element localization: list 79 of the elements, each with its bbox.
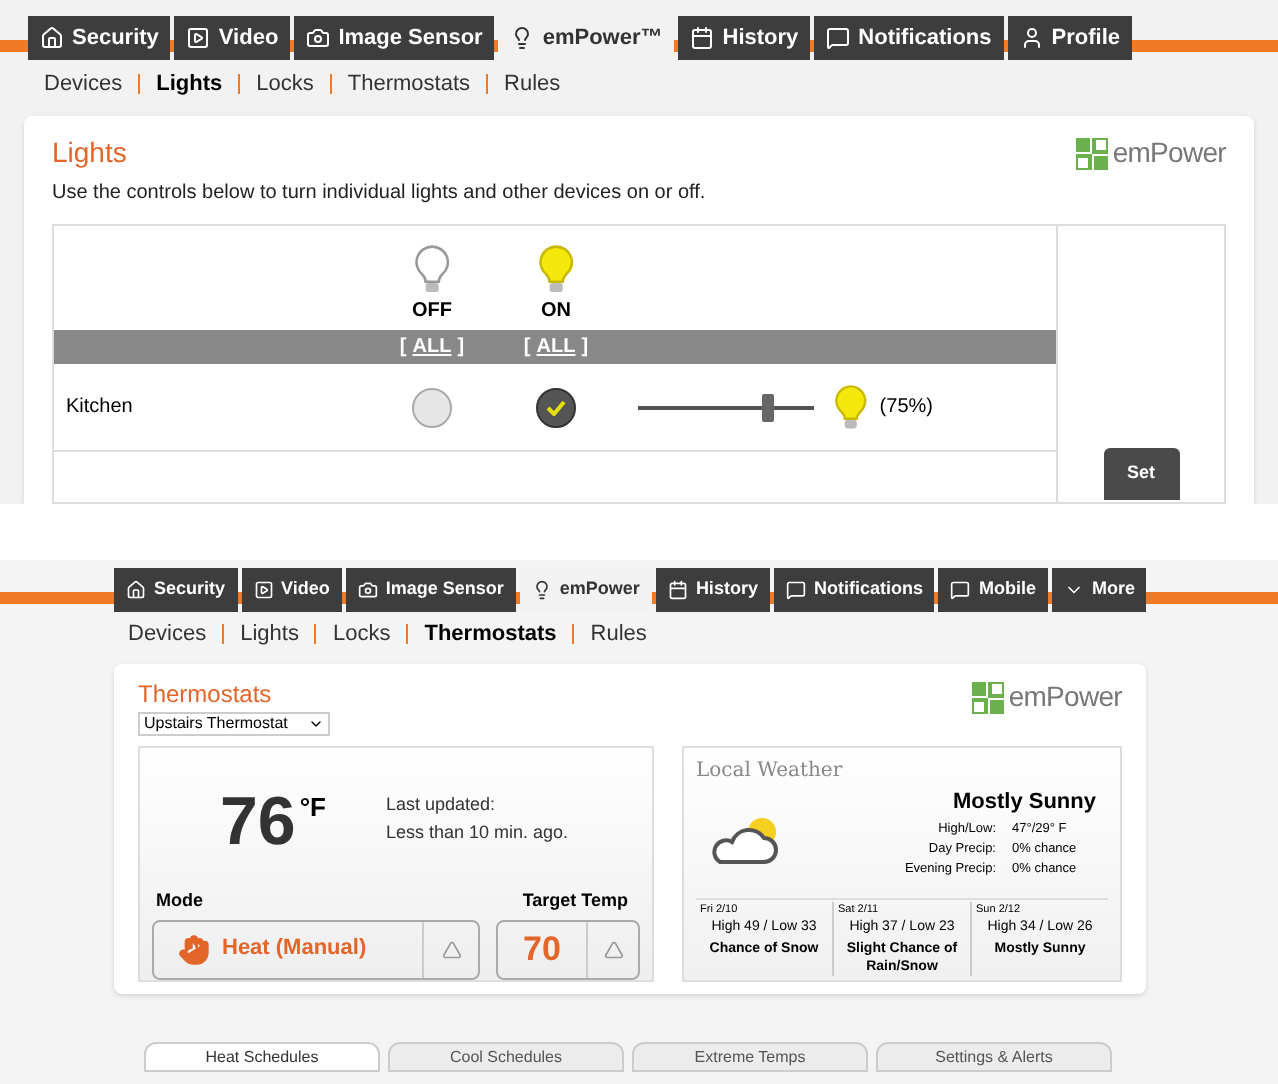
bracket: ]: [581, 334, 589, 362]
slider-thumb[interactable]: [761, 393, 773, 421]
nav-tab[interactable]: Image Sensor: [294, 16, 495, 60]
weather-title: Local Weather: [696, 758, 845, 786]
lightbulb-icon: [510, 26, 535, 50]
radio-button[interactable]: [536, 387, 576, 427]
schedule-tab[interactable]: Heat Schedules: [144, 1042, 380, 1072]
all-link[interactable]: ALL: [412, 332, 452, 362]
nav-tab[interactable]: Security: [28, 16, 171, 60]
schedule-tab[interactable]: Settings & Alerts: [876, 1042, 1112, 1072]
weather-condition: Mostly Sunny: [952, 788, 1096, 818]
column-label: OFF: [412, 298, 452, 326]
sub-nav-link[interactable]: Locks: [332, 617, 391, 651]
home-icon: [40, 26, 64, 50]
nav-tab[interactable]: Mobile: [938, 568, 1048, 612]
sub-nav-link[interactable]: Thermostats: [424, 617, 557, 651]
last-updated-value: Less than 10 min. ago.: [385, 819, 569, 846]
caret-icon: [307, 716, 324, 732]
lightbulb-icon: [537, 244, 575, 296]
mode-label: Mode: [156, 888, 203, 914]
thermostat-dropdown[interactable]: Upstairs Thermostat: [138, 712, 330, 736]
schedule-tab[interactable]: Extreme Temps: [632, 1042, 868, 1072]
chat-icon: [785, 580, 806, 600]
logo-icon: [1076, 137, 1109, 169]
sub-nav-link[interactable]: Rules: [590, 617, 647, 651]
sub-nav-link[interactable]: Rules: [504, 67, 561, 101]
nav-tab[interactable]: Notifications: [814, 16, 1004, 60]
column-label: ON: [541, 298, 571, 326]
user-icon: [1019, 26, 1044, 50]
calendar-icon: [667, 580, 688, 600]
chat-icon: [950, 580, 971, 600]
nav-tab[interactable]: History: [655, 568, 770, 612]
current-temperature: 76: [220, 788, 296, 856]
device-name: Kitchen: [64, 394, 135, 422]
camera-icon: [357, 580, 378, 600]
brightness-reading: (75%): [879, 394, 933, 422]
sub-nav-link[interactable]: Thermostats: [347, 67, 471, 101]
play-icon: [186, 26, 211, 50]
nav-tab[interactable]: More: [1051, 568, 1147, 612]
hand-icon: [178, 933, 210, 965]
calendar-icon: [690, 26, 715, 50]
check-icon: [546, 399, 566, 415]
bracket: [: [523, 334, 531, 362]
nav-tab[interactable]: Video: [174, 16, 291, 60]
set-button[interactable]: Set: [1103, 448, 1179, 500]
sub-nav-link[interactable]: Devices: [128, 617, 207, 651]
nav-tab[interactable]: Profile: [1007, 16, 1133, 60]
schedule-tab[interactable]: Cool Schedules: [388, 1042, 624, 1072]
logo-text: emPower: [1112, 134, 1226, 172]
page-title: Lights: [52, 134, 127, 172]
target-temp-label: Target Temp: [522, 888, 628, 914]
lightbulb-icon: [834, 383, 868, 431]
description: Use the controls below to turn individual lights and other devices on or off.: [52, 180, 708, 208]
sub-nav-link[interactable]: Locks: [256, 67, 314, 101]
bracket: ]: [457, 334, 465, 362]
nav-tab[interactable]: Video: [241, 568, 342, 612]
last-updated-label: Last updated:: [385, 792, 498, 818]
page-title: Thermostats: [138, 678, 272, 712]
camera-icon: [306, 26, 331, 50]
sub-nav-link[interactable]: Lights: [240, 617, 299, 651]
home-icon: [126, 580, 146, 600]
nav-tab[interactable]: History: [678, 16, 811, 60]
nav-tab[interactable]: Image Sensor: [345, 568, 516, 612]
nav-tab[interactable]: Notifications: [773, 568, 935, 612]
play-icon: [253, 580, 274, 600]
sub-nav-link[interactable]: Lights: [156, 67, 223, 101]
chat-icon: [826, 26, 851, 50]
logo-text: emPower: [1008, 678, 1122, 716]
lightbulb-icon: [413, 244, 451, 296]
sub-nav-link[interactable]: Devices: [44, 67, 123, 101]
radio-button[interactable]: [412, 387, 452, 427]
all-link[interactable]: ALL: [536, 332, 576, 362]
bracket: [: [399, 334, 407, 362]
up-arrow-icon: [441, 939, 461, 959]
up-arrow-icon: [603, 939, 623, 959]
lightbulb-icon: [531, 580, 552, 600]
temperature-unit: °F: [299, 790, 326, 826]
logo-icon: [972, 681, 1005, 713]
nav-tab[interactable]: Security: [114, 568, 238, 612]
